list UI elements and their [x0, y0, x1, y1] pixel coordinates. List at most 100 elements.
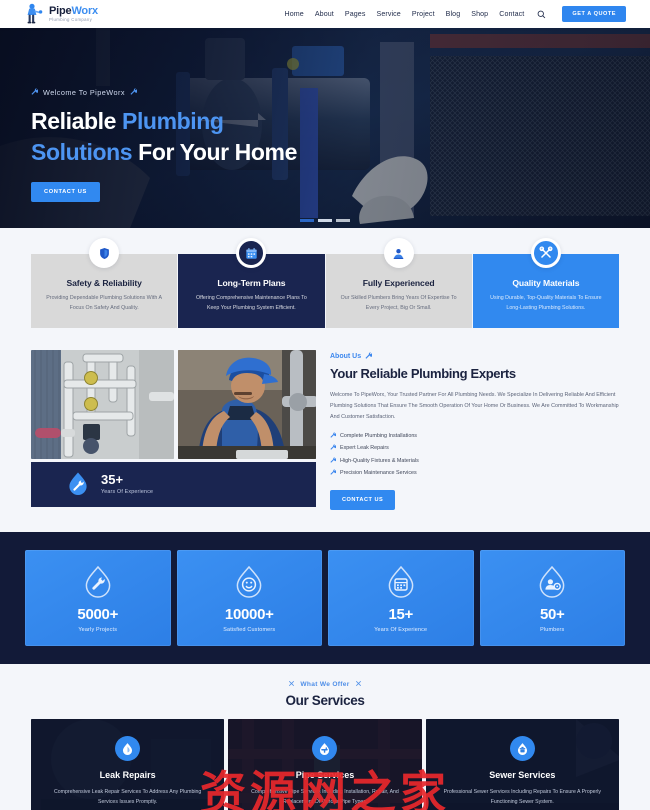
hero-eyebrow-text: Welcome To PipeWorx	[43, 88, 125, 97]
pipes-and-valves-photo	[31, 349, 174, 459]
feature-text: Providing Dependable Plumbing Solutions …	[46, 295, 162, 311]
hero-eyebrow: Welcome To PipeWorx	[31, 88, 650, 97]
about-feature-list: Complete Plumbing Installations Expert L…	[330, 432, 619, 478]
wrench-icon	[330, 432, 337, 440]
site-logo[interactable]: PipeWorx Plumbing Company	[24, 3, 98, 25]
nav-item-project[interactable]: Project	[412, 10, 435, 18]
feature-text: Our Skilled Plumbers Bring Years Of Expe…	[340, 295, 457, 311]
wrench-icon	[330, 444, 337, 452]
nav-item-service[interactable]: Service	[377, 10, 401, 18]
service-text: Comprehensive Pipe Services Including In…	[251, 789, 399, 806]
services-eyebrow-text: What We Offer	[300, 681, 350, 689]
calendar-icon	[236, 238, 267, 268]
service-title: Leak Repairs	[99, 770, 156, 781]
feature-card-fully-experienced[interactable]: Fully Experienced Our Skilled Plumbers B…	[325, 238, 472, 328]
search-icon[interactable]	[536, 9, 547, 20]
stat-card-years-of-experience: 15+ Years Of Experience	[328, 550, 474, 647]
stat-card-plumbers: 50+ Plumbers	[479, 550, 625, 647]
shield-icon	[89, 238, 120, 268]
feature-title: Fully Experienced	[362, 278, 435, 288]
hero-contact-us-button[interactable]: CONTACT US	[31, 182, 100, 203]
logo-title: PipeWorx	[49, 4, 98, 17]
list-item: Precision Maintenance Services	[330, 469, 619, 477]
slider-dot-2-active[interactable]	[318, 219, 332, 222]
stats-section: 5000+ Yearly Projects 10000+ Satisfied C…	[0, 532, 650, 665]
list-item-label: Expert Leak Repairs	[340, 445, 389, 452]
service-title: Sewer Services	[489, 770, 556, 781]
nav-item-home[interactable]: Home	[285, 10, 304, 18]
stat-card-satisfied-customers: 10000+ Satisfied Customers	[176, 550, 322, 647]
about-paragraph: Welcome To PipeWorx, Your Trusted Partne…	[330, 391, 619, 420]
slider-dot-1[interactable]	[300, 219, 314, 222]
hero-slider-pagination	[300, 219, 350, 222]
feature-title: Safety & Reliability	[66, 278, 142, 288]
hero-slider: Welcome To PipeWorx Reliable Plumbing So…	[0, 28, 650, 228]
wrench-icon	[365, 352, 374, 361]
crossed-tools-icon	[530, 238, 561, 268]
nav-item-pages[interactable]: Pages	[345, 10, 366, 18]
feature-title: Long-Term Plans	[217, 278, 286, 288]
droplet-wrench-icon	[65, 471, 91, 497]
list-item-label: Precision Maintenance Services	[340, 470, 417, 477]
service-text: Comprehensive Leak Repair Services To Ad…	[54, 789, 202, 806]
service-card-pipe-services[interactable]: Pipe Services Comprehensive Pipe Service…	[228, 719, 422, 810]
stat-label: Satisfied Customers	[223, 627, 276, 634]
wrench-icon	[31, 88, 40, 97]
stat-label: Years Of Experience	[374, 627, 428, 634]
main-navigation: Home About Pages Service Project Blog Sh…	[285, 6, 626, 22]
services-section: What We Offer Our Services Leak Repairs …	[0, 664, 650, 810]
nav-item-contact[interactable]: Contact	[499, 10, 524, 18]
about-eyebrow: About Us	[330, 352, 619, 361]
wrench-icon	[330, 457, 337, 465]
experience-number: 35+	[101, 472, 124, 488]
landing-page: PipeWorx Plumbing Company Home About Pag…	[0, 0, 650, 810]
about-section: 35+ Years Of Experience About Us Your Re…	[0, 328, 650, 511]
user-badge-icon	[383, 238, 414, 268]
plumber-mascot-icon	[24, 3, 43, 25]
service-card-sewer-services[interactable]: Sewer Services Professional Sewer Servic…	[425, 719, 619, 810]
hero-title: Reliable Plumbing Solutions For Your Hom…	[31, 108, 297, 165]
stat-number: 15+	[388, 606, 414, 624]
stat-card-yearly-projects: 5000+ Yearly Projects	[25, 550, 171, 647]
get-a-quote-button[interactable]: GET A QUOTE	[562, 6, 626, 22]
stat-number: 5000+	[77, 606, 119, 624]
crossed-tools-icon	[288, 680, 295, 689]
feature-card-quality-materials[interactable]: Quality Materials Using Durable, Top-Qua…	[472, 238, 619, 328]
nav-item-blog[interactable]: Blog	[446, 10, 461, 18]
droplet-smile-icon	[232, 565, 266, 599]
nav-item-shop[interactable]: Shop	[471, 10, 488, 18]
about-contact-us-button[interactable]: CONTACT US	[330, 490, 396, 511]
wrench-icon	[330, 469, 337, 477]
slider-dot-3[interactable]	[336, 219, 350, 222]
droplet-pipe-icon	[312, 736, 338, 762]
crossed-tools-icon	[355, 680, 362, 689]
experience-label: Years Of Experience	[101, 489, 154, 496]
wrench-icon	[130, 88, 138, 97]
logo-tagline: Plumbing Company	[49, 17, 93, 23]
experience-badge: 35+ Years Of Experience	[31, 461, 316, 507]
stat-number: 50+	[539, 606, 565, 624]
about-media: 35+ Years Of Experience	[31, 349, 316, 511]
list-item: Expert Leak Repairs	[330, 444, 619, 452]
feature-cards: Safety & Reliability Providing Dependabl…	[0, 228, 650, 328]
list-item: Complete Plumbing Installations	[330, 432, 619, 440]
about-body: About Us Your Reliable Plumbing Experts …	[330, 350, 619, 511]
services-title: Our Services	[285, 693, 365, 709]
droplet-person-gear-icon	[535, 565, 569, 599]
feature-text: Using Durable, Top-Quality Materials To …	[490, 295, 602, 311]
nav-item-about[interactable]: About	[315, 10, 334, 18]
site-header: PipeWorx Plumbing Company Home About Pag…	[0, 0, 650, 28]
feature-card-safety-reliability[interactable]: Safety & Reliability Providing Dependabl…	[31, 238, 178, 328]
services-eyebrow: What We Offer	[31, 680, 619, 689]
stat-number: 10000+	[224, 606, 274, 624]
stat-label: Yearly Projects	[78, 627, 118, 634]
droplet-calendar-icon	[384, 565, 418, 599]
stat-label: Plumbers	[540, 627, 565, 634]
service-title: Pipe Services	[295, 770, 355, 781]
feature-title: Quality Materials	[512, 278, 580, 288]
about-eyebrow-text: About Us	[330, 352, 362, 360]
feature-card-long-term-plans[interactable]: Long-Term Plans Offering Comprehensive M…	[178, 238, 325, 328]
service-card-leak-repairs[interactable]: Leak Repairs Comprehensive Leak Repair S…	[31, 719, 225, 810]
plumber-at-work-photo	[178, 349, 316, 459]
droplet-wrench-icon	[81, 565, 115, 599]
